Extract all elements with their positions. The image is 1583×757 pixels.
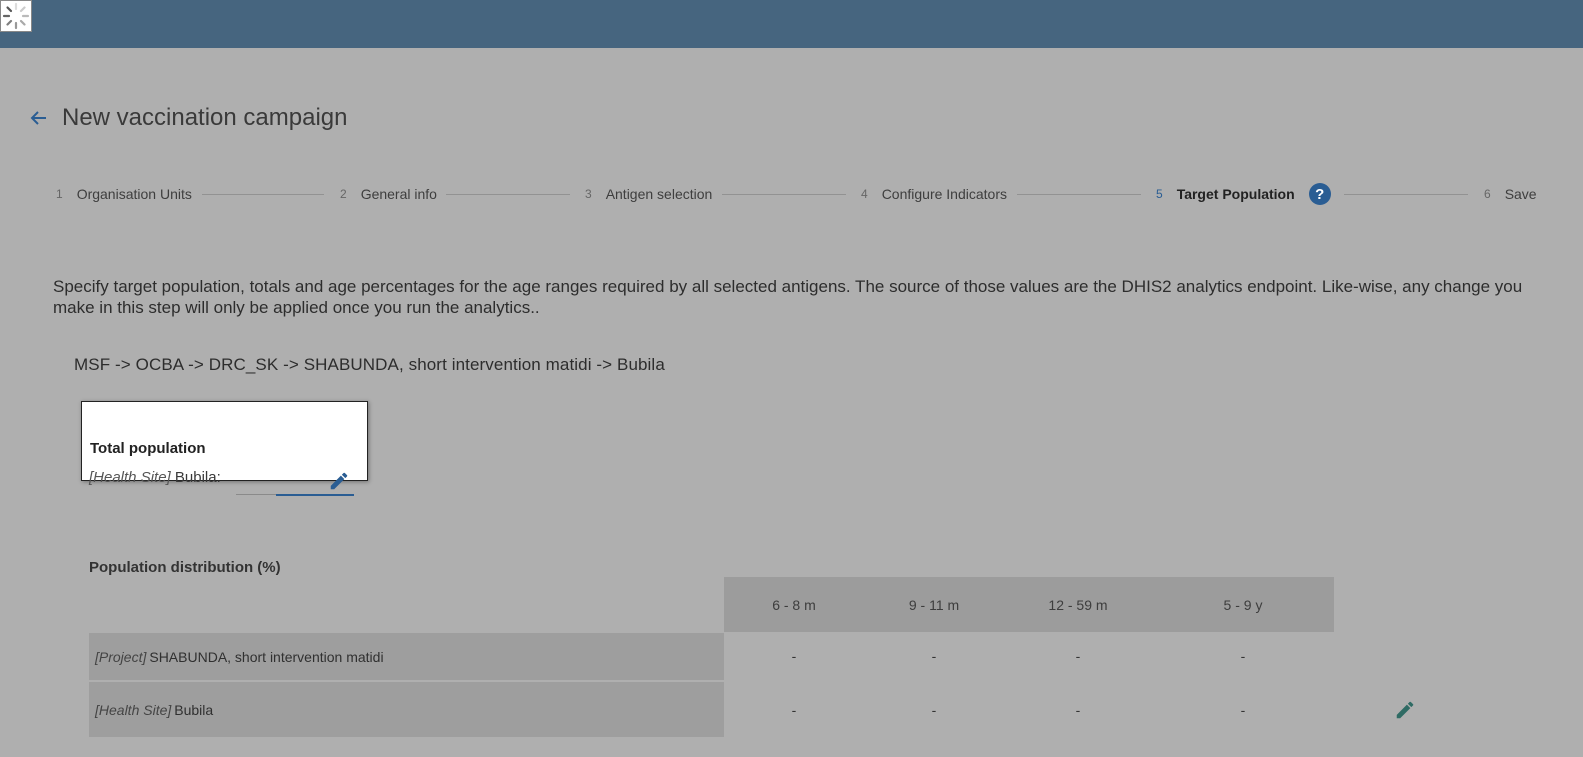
page-title: New vaccination campaign (62, 104, 348, 131)
step-organisation-units[interactable]: 1 Organisation Units (56, 178, 192, 210)
top-app-bar (0, 0, 1583, 48)
table-cell: - (931, 648, 937, 664)
step-connector (722, 194, 846, 195)
help-icon[interactable]: ? (1308, 183, 1331, 205)
total-population-title: Total population (90, 440, 206, 457)
spinner-icon (0, 0, 32, 32)
org-unit-level-tag: [Health Site] (89, 469, 171, 486)
page-header: New vaccination campaign (28, 100, 347, 136)
step-number: 4 (861, 187, 868, 201)
table-cell: - (791, 702, 797, 718)
step-connector (1017, 194, 1141, 195)
step-label: Target Population (1176, 186, 1295, 202)
pencil-icon[interactable] (328, 470, 350, 492)
step-number: 2 (340, 187, 347, 201)
distribution-title: Population distribution (%) (89, 559, 281, 576)
org-unit-name: SHABUNDA, short intervention matidi (149, 648, 384, 665)
step-label: Configure Indicators (881, 186, 1007, 202)
step-general-info[interactable]: 2 General info (340, 178, 437, 210)
table-cell: - (1075, 648, 1081, 664)
column-header: 12 - 59 m (1048, 596, 1108, 613)
step-configure-indicators[interactable]: 4 Configure Indicators (861, 178, 1007, 210)
arrow-left-icon[interactable] (28, 107, 50, 129)
table-row: [Health Site] Bubila (89, 682, 724, 737)
distribution-table-header: 6 - 8 m 9 - 11 m 12 - 59 m 5 - 9 y (724, 577, 1334, 632)
column-header: 6 - 8 m (772, 596, 816, 613)
wizard-stepper: 1 Organisation Units 2 General info 3 An… (0, 178, 1583, 210)
step-save[interactable]: 6 Save (1484, 178, 1537, 210)
step-connector (1344, 194, 1468, 195)
table-cell: - (1240, 702, 1246, 718)
step-number: 1 (56, 187, 63, 201)
column-header: 9 - 11 m (908, 596, 960, 613)
pencil-icon[interactable] (1394, 699, 1416, 721)
column-header: 5 - 9 y (1223, 596, 1263, 613)
step-number: 6 (1484, 187, 1491, 201)
step-number: 5 (1156, 187, 1163, 201)
org-unit-path: MSF -> OCBA -> DRC_SK -> SHABUNDA, short… (74, 355, 665, 374)
org-unit-level-tag: [Health Site] (95, 701, 172, 718)
org-unit-name: Bubila (174, 701, 214, 718)
table-cell: - (931, 702, 937, 718)
org-unit-name: Bubila: (174, 469, 221, 486)
step-label: Antigen selection (605, 186, 713, 202)
org-unit-level-tag: [Project] (95, 648, 147, 665)
step-description: Specify target population, totals and ag… (53, 277, 1523, 317)
step-number: 3 (585, 187, 592, 201)
table-cell: - (1075, 702, 1081, 718)
step-label: General info (360, 186, 437, 202)
step-target-population[interactable]: 5 Target Population ? (1156, 178, 1331, 210)
step-antigen-selection[interactable]: 3 Antigen selection (585, 178, 712, 210)
total-population-row: [Health Site] Bubila: (89, 469, 221, 491)
table-row: [Project] SHABUNDA, short intervention m… (89, 633, 724, 680)
step-connector (446, 194, 570, 195)
table-cell: - (1240, 648, 1246, 664)
step-label: Save (1504, 186, 1537, 202)
step-connector (202, 194, 324, 195)
input-focus-underline (276, 494, 354, 496)
step-label: Organisation Units (76, 186, 192, 202)
table-cell: - (791, 648, 797, 664)
